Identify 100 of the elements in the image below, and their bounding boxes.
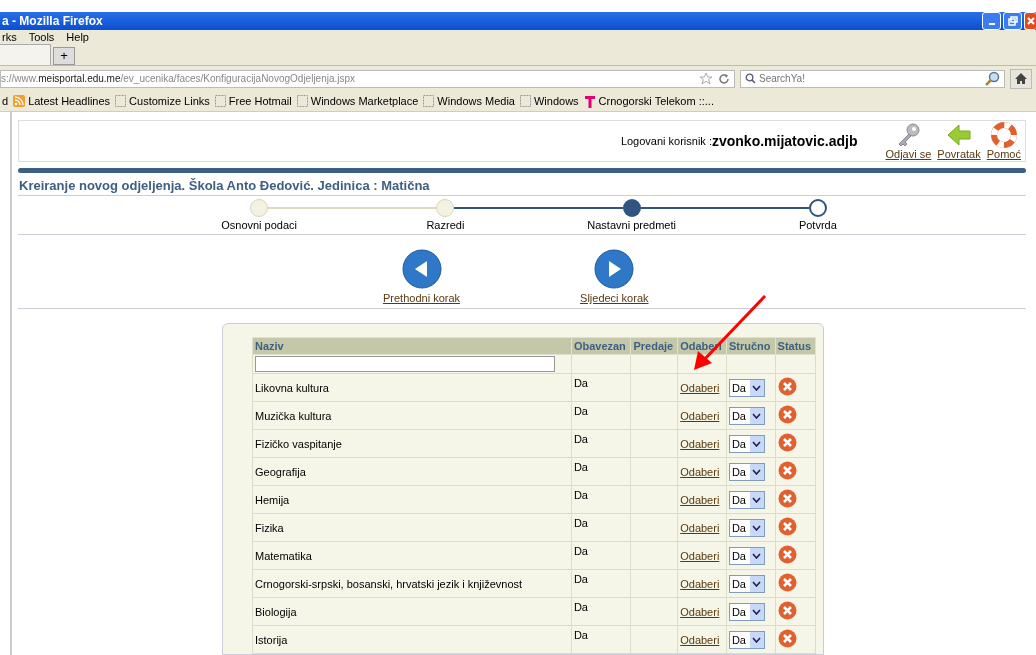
subject-name: Crnogorski-srpski, bosanski, hrvatski jezik i književnost [255,577,523,590]
subject-name: Muzička kultura [255,409,332,422]
bookmark-link[interactable]: Free Hotmail [228,95,292,108]
page-icon [423,95,435,108]
remove-icon[interactable] [777,461,797,480]
search-icon[interactable] [984,70,1000,87]
caret-icon [752,608,762,615]
column-header: Obavezan [571,337,631,355]
mandatory-value: Da [573,433,588,445]
header-link[interactable]: Povratak [937,148,981,160]
url-text: s://www.meisportal.edu.me/ev_ucenika/faces/KonfiguracijaNovogOdjeljenja.jspx [1,73,357,85]
dropdown[interactable]: Da [728,490,765,509]
t-logo-icon [583,94,596,108]
mandatory-value: Da [573,629,588,641]
step-link[interactable]: Sljedeci korak [580,292,649,304]
dropdown[interactable]: Da [728,406,765,425]
subject-name: Istorija [255,633,288,646]
caret-icon [752,552,762,559]
close-icon [1025,16,1036,26]
page-icon [214,95,226,108]
caret-icon [752,636,762,643]
column-header: Status [775,337,816,355]
subject-name: Geografija [255,465,306,478]
bookmark-link[interactable]: d [2,95,9,108]
close-button[interactable] [1024,12,1036,30]
lifebuoy-icon[interactable] [990,122,1017,148]
dropdown[interactable]: Da [728,574,765,593]
new-tab-button[interactable]: + [53,46,75,65]
menu-item[interactable]: Help [66,30,89,43]
search-field[interactable]: SearchYa! [740,69,1005,88]
bookmark-link[interactable]: Windows Marketplace [310,95,419,108]
page-icon [520,95,531,108]
column-header: Predaje [630,337,678,355]
caret-icon [752,580,762,587]
minimize-icon [988,23,995,25]
step-link[interactable]: Prethodni korak [383,292,461,304]
user-label: Logovani korisnik : [620,135,712,147]
bookmark-star-icon[interactable] [699,71,713,86]
page-icon [115,95,127,108]
browser-tab[interactable] [0,43,51,65]
search-icon [745,73,756,85]
bookmark-link[interactable]: Crnogorski Telekom ::... [598,95,714,108]
user-name: zvonko.mijatovic.adjb [712,133,858,149]
subject-name: Hemija [255,493,290,506]
page-icon [296,95,308,108]
reload-icon[interactable] [718,72,730,85]
home-button[interactable] [1010,68,1032,89]
caret-icon [752,412,762,419]
remove-icon[interactable] [777,545,797,564]
remove-icon[interactable] [777,573,797,592]
caret-icon [752,384,762,391]
dropdown[interactable]: Da [728,602,765,621]
caret-icon [752,468,762,475]
home-icon [1014,72,1028,86]
bookmark-link[interactable]: Customize Links [129,95,210,108]
dropdown[interactable]: Da [728,462,765,481]
mandatory-value: Da [573,489,588,501]
remove-icon[interactable] [777,601,797,620]
dropdown[interactable]: Da [728,630,765,649]
filter-field[interactable] [255,356,555,372]
menu-item[interactable]: rks [2,30,17,43]
step-label: Razredi [426,219,465,231]
remove-icon[interactable] [777,433,797,452]
bookmark-link[interactable]: Windows [534,95,579,108]
page-title: Kreiranje novog odjeljenja. Škola Anto Đedović. Jedinica : Matična [18,173,1026,196]
caret-icon [752,440,762,447]
back-arrow-icon[interactable] [946,122,973,148]
subject-name: Fizika [255,521,284,534]
header-link[interactable]: Odjavi se [885,148,932,160]
remove-icon[interactable] [777,405,797,424]
subject-name: Biologija [255,605,297,618]
bookmark-link[interactable]: Latest Headlines [28,95,111,108]
address-bar[interactable]: s://www.meisportal.edu.me/ev_ucenika/faces/KonfiguracijaNovogOdjeljenja.jspx [0,69,735,88]
remove-icon[interactable] [777,489,797,508]
mandatory-value: Da [573,461,588,473]
step-label: Nastavni predmeti [587,219,676,231]
dropdown[interactable]: Da [728,518,765,537]
mandatory-value: Da [573,601,588,613]
restore-button[interactable] [1003,12,1022,30]
mandatory-value: Da [573,545,588,557]
step-label: Potvrda [798,219,837,231]
mandatory-value: Da [573,573,588,585]
dropdown[interactable]: Da [728,546,765,565]
column-header: Stručno [726,337,776,355]
mandatory-value: Da [573,405,588,417]
dropdown[interactable]: Da [728,434,765,453]
step-label: Osnovni podaci [221,219,298,231]
remove-icon[interactable] [777,629,797,648]
mandatory-value: Da [573,377,588,389]
remove-icon[interactable] [777,517,797,536]
caret-icon [752,496,762,503]
remove-icon[interactable] [777,377,797,396]
minimize-button[interactable] [982,12,1001,30]
menu-item[interactable]: Tools [28,30,55,43]
bookmark-link[interactable]: Windows Media [437,95,515,108]
window-title: a - Mozilla Firefox [2,14,103,28]
header-link[interactable]: Pomoć [986,148,1021,160]
dropdown[interactable]: Da [728,378,765,397]
caret-icon [752,524,762,531]
subject-name: Likovna kultura [255,381,329,394]
